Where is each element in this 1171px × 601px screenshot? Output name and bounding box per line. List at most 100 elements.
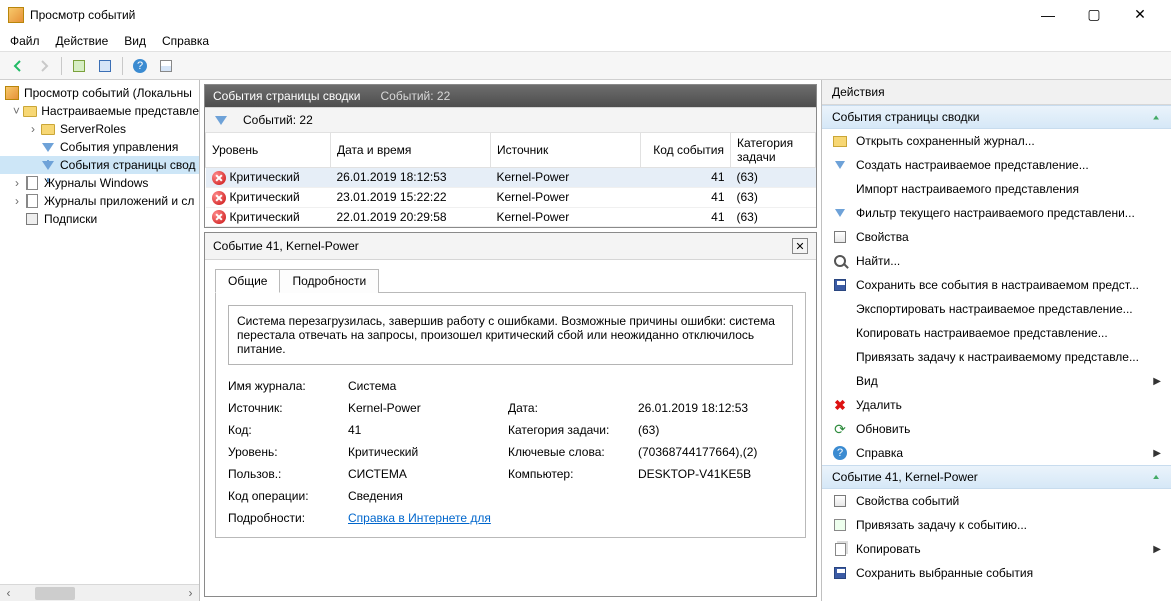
action-find[interactable]: Найти... <box>822 249 1171 273</box>
events-panel-header: События страницы сводки Событий: 22 <box>205 85 816 107</box>
action-copy-view[interactable]: Копировать настраиваемое представление..… <box>822 321 1171 345</box>
subscription-icon <box>26 213 38 225</box>
properties-icon <box>834 231 846 243</box>
log-icon <box>26 176 38 190</box>
folder-icon <box>833 136 847 147</box>
forward-button[interactable] <box>32 55 56 77</box>
filter-icon <box>42 143 54 152</box>
grid-row[interactable]: Критический 22.01.2019 20:29:58 Kernel-P… <box>206 207 816 227</box>
back-button[interactable] <box>6 55 30 77</box>
detail-tabs: Общие Подробности <box>205 260 816 292</box>
help-button[interactable]: ? <box>128 55 152 77</box>
tree-app-logs[interactable]: › Журналы приложений и сл <box>0 192 199 210</box>
window-title: Просмотр событий <box>30 8 135 22</box>
col-category[interactable]: Категория задачи <box>731 133 816 168</box>
action-attach-task[interactable]: Привязать задачу к настраиваемому предст… <box>822 345 1171 369</box>
tree-summary-events[interactable]: События страницы свод <box>0 156 199 174</box>
action-open-saved-log[interactable]: Открыть сохраненный журнал... <box>822 129 1171 153</box>
action-export-view[interactable]: Экспортировать настраиваемое представлен… <box>822 297 1171 321</box>
col-level[interactable]: Уровень <box>206 133 331 168</box>
folder-icon <box>23 106 37 117</box>
save-icon <box>834 279 846 291</box>
layout-button[interactable] <box>154 55 178 77</box>
menu-view[interactable]: Вид <box>124 34 146 48</box>
event-message: Система перезагрузилась, завершив работу… <box>228 305 793 365</box>
action-save-all-events[interactable]: Сохранить все события в настраиваемом пр… <box>822 273 1171 297</box>
menu-help[interactable]: Справка <box>162 34 209 48</box>
chevron-right-icon: ▶ <box>1153 448 1161 459</box>
tree-root[interactable]: Просмотр событий (Локальны <box>0 84 199 102</box>
action-refresh[interactable]: ⟳Обновить <box>822 417 1171 441</box>
refresh-icon: ⟳ <box>834 422 846 436</box>
close-button[interactable]: ✕ <box>1117 0 1163 30</box>
tree-scrollbar[interactable]: ‹› <box>0 584 199 601</box>
tree-windows-logs[interactable]: › Журналы Windows <box>0 174 199 192</box>
panel-toggle-button[interactable] <box>93 55 117 77</box>
events-grid[interactable]: Уровень Дата и время Источник Код событи… <box>205 132 816 227</box>
events-panel: События страницы сводки Событий: 22 Собы… <box>204 84 817 228</box>
toolbar: ? <box>0 52 1171 80</box>
tree-subscriptions[interactable]: Подписки <box>0 210 199 228</box>
minimize-button[interactable]: — <box>1025 0 1071 30</box>
menu-file[interactable]: Файл <box>10 34 40 48</box>
menu-action[interactable]: Действие <box>56 34 109 48</box>
grid-row[interactable]: Критический 23.01.2019 15:22:22 Kernel-P… <box>206 187 816 207</box>
collapse-icon: ▲ <box>1151 473 1161 481</box>
actions-section-event[interactable]: Событие 41, Kernel-Power ▲ <box>822 465 1171 489</box>
collapse-icon: ▲ <box>1151 113 1161 121</box>
search-icon <box>834 255 846 267</box>
navigation-tree[interactable]: Просмотр событий (Локальны ˅ Настраиваем… <box>0 80 200 601</box>
online-help-link[interactable]: Справка в Интернете для <box>348 511 838 525</box>
expand-icon[interactable]: › <box>10 176 24 190</box>
tree-admin-events[interactable]: События управления <box>0 138 199 156</box>
panel-count: Событий: 22 <box>380 89 450 103</box>
action-view-submenu[interactable]: Вид▶ <box>822 369 1171 393</box>
col-source[interactable]: Источник <box>491 133 641 168</box>
critical-icon <box>212 191 226 205</box>
collapse-icon[interactable]: ˅ <box>10 104 23 118</box>
filter-count: Событий: 22 <box>243 113 313 127</box>
action-save-selected[interactable]: Сохранить выбранные события <box>822 561 1171 585</box>
eventviewer-icon <box>5 86 19 100</box>
expand-icon[interactable]: › <box>10 194 24 208</box>
action-properties[interactable]: Свойства <box>822 225 1171 249</box>
filter-bar: Событий: 22 <box>205 107 816 132</box>
delete-icon: ✖ <box>834 398 846 412</box>
action-filter-current[interactable]: Фильтр текущего настраиваемого представл… <box>822 201 1171 225</box>
detail-panel: Событие 41, Kernel-Power ✕ Общие Подробн… <box>204 232 817 597</box>
action-import-custom-view[interactable]: Импорт настраиваемого представления <box>822 177 1171 201</box>
actions-title: Действия <box>822 80 1171 105</box>
action-attach-task-event[interactable]: Привязать задачу к событию... <box>822 513 1171 537</box>
col-eventid[interactable]: Код события <box>641 133 731 168</box>
actions-section-summary[interactable]: События страницы сводки ▲ <box>822 105 1171 129</box>
expand-icon[interactable]: › <box>26 122 40 136</box>
filter-icon <box>835 209 845 217</box>
chevron-right-icon: ▶ <box>1153 376 1161 387</box>
col-date[interactable]: Дата и время <box>331 133 491 168</box>
grid-row[interactable]: Критический 26.01.2019 18:12:53 Kernel-P… <box>206 168 816 188</box>
show-tree-button[interactable] <box>67 55 91 77</box>
properties-icon <box>834 495 846 507</box>
tree-serverroles[interactable]: › ServerRoles <box>0 120 199 138</box>
action-help[interactable]: ?Справка▶ <box>822 441 1171 465</box>
filter-icon <box>42 161 54 170</box>
detail-close-button[interactable]: ✕ <box>792 238 808 254</box>
task-icon <box>834 519 846 531</box>
copy-icon <box>835 543 846 556</box>
critical-icon <box>212 210 226 224</box>
maximize-button[interactable]: ▢ <box>1071 0 1117 30</box>
panel-title: События страницы сводки <box>213 89 360 103</box>
tab-details[interactable]: Подробности <box>279 269 379 293</box>
critical-icon <box>212 171 226 185</box>
detail-header: Событие 41, Kernel-Power ✕ <box>205 233 816 260</box>
action-delete[interactable]: ✖Удалить <box>822 393 1171 417</box>
actions-pane: Действия События страницы сводки ▲ Откры… <box>821 80 1171 601</box>
action-event-properties[interactable]: Свойства событий <box>822 489 1171 513</box>
action-copy-event[interactable]: Копировать▶ <box>822 537 1171 561</box>
help-icon: ? <box>833 446 847 460</box>
tab-general[interactable]: Общие <box>215 269 280 293</box>
action-create-custom-view[interactable]: Создать настраиваемое представление... <box>822 153 1171 177</box>
menubar: Файл Действие Вид Справка <box>0 30 1171 52</box>
tree-custom-views[interactable]: ˅ Настраиваемые представле <box>0 102 199 120</box>
titlebar: Просмотр событий — ▢ ✕ <box>0 0 1171 30</box>
